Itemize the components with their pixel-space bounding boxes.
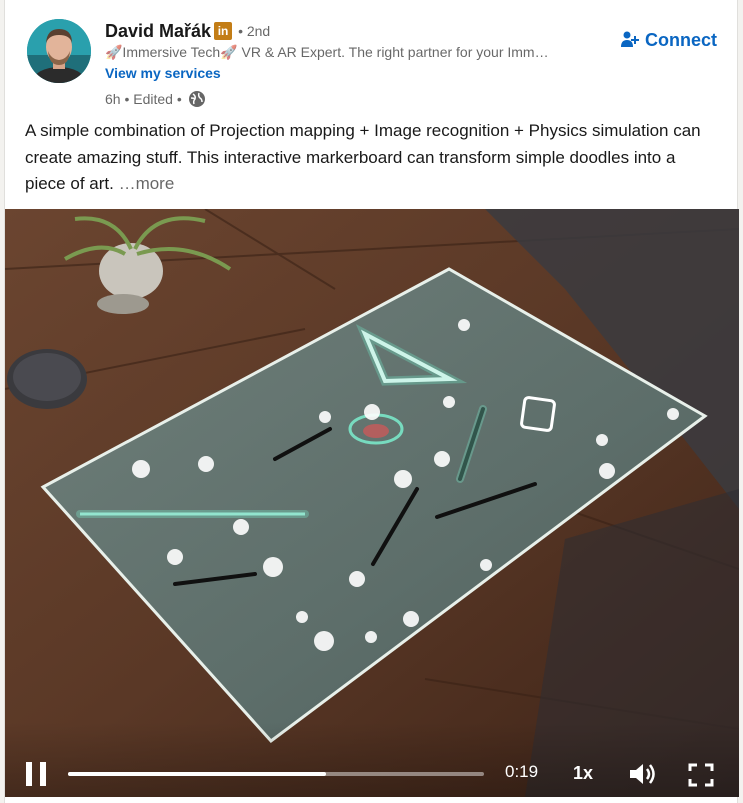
video-progress-fill <box>68 772 326 776</box>
connection-degree: • 2nd <box>238 23 271 39</box>
pause-icon <box>26 762 32 786</box>
video-player[interactable]: 0:19 1x <box>5 209 739 797</box>
post-body: A simple combination of Projection mappi… <box>25 118 715 198</box>
connect-button[interactable]: Connect <box>621 27 717 53</box>
video-controls: 0:19 1x <box>5 722 739 797</box>
view-services-link[interactable]: View my services <box>105 65 221 81</box>
pause-icon-bar <box>40 762 46 786</box>
author-avatar[interactable] <box>27 19 91 83</box>
volume-button[interactable] <box>628 761 658 787</box>
linkedin-premium-badge-icon: in <box>214 22 233 40</box>
author-name-row: David Mařák in • 2nd <box>105 18 270 44</box>
pause-button[interactable] <box>26 762 48 786</box>
author-name[interactable]: David Mařák <box>105 21 211 42</box>
feed-post-card: David Mařák in • 2nd 🚀Immersive Tech🚀 VR… <box>4 0 739 803</box>
author-headline: 🚀Immersive Tech🚀 VR & AR Expert. The rig… <box>105 44 549 60</box>
connect-label: Connect <box>645 29 717 50</box>
post-time: 6h • Edited • <box>105 91 182 107</box>
profile-photo-icon <box>27 19 91 83</box>
volume-icon <box>630 764 655 784</box>
video-time: 0:19 <box>505 762 539 781</box>
video-progress-bar[interactable] <box>68 772 484 776</box>
post-header: David Mařák in • 2nd 🚀Immersive Tech🚀 VR… <box>5 0 737 118</box>
video-frame <box>5 209 739 797</box>
fullscreen-button[interactable] <box>688 763 714 787</box>
playback-speed-button[interactable]: 1x <box>573 763 593 784</box>
globe-icon <box>188 91 205 107</box>
post-meta: 6h • Edited • <box>105 89 206 109</box>
add-person-icon <box>621 31 639 47</box>
see-more-link[interactable]: …more <box>119 174 175 193</box>
fullscreen-icon <box>688 763 714 787</box>
